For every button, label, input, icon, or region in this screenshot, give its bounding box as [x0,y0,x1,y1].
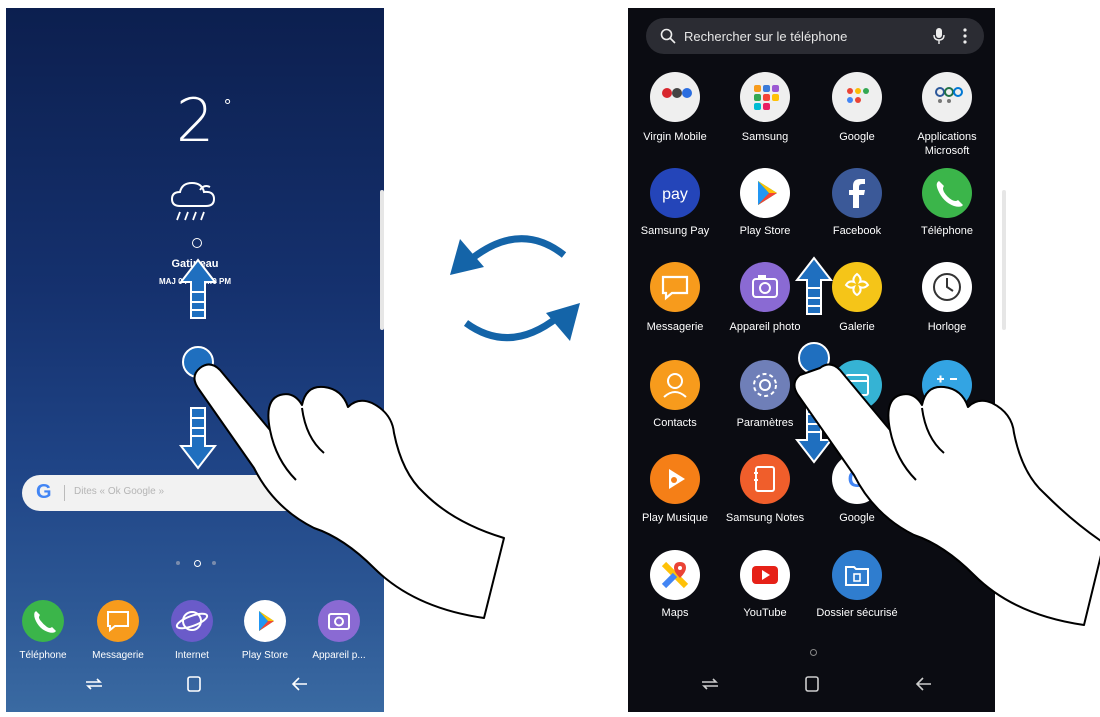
swipe-arrows [794,256,834,464]
app-label: Facebook [832,225,882,237]
play-music-icon[interactable] [650,454,700,504]
page-dot [176,561,180,565]
play-store-icon[interactable] [740,168,790,218]
side-button [380,190,384,330]
app-label: Google [839,131,875,143]
facebook-icon[interactable] [832,168,882,218]
app-label: YouTube [743,607,787,619]
svg-text:G: G [848,466,867,493]
recent-apps-icon[interactable] [698,672,722,696]
page-indicator [810,649,817,656]
page-dot [212,561,216,565]
navigation-bar [628,658,995,712]
folder-icon[interactable] [922,72,972,122]
youtube-icon[interactable] [740,550,790,600]
gallery-icon[interactable] [832,262,882,312]
notes-icon[interactable] [740,454,790,504]
folder-icon[interactable] [650,72,700,122]
rain-cloud-icon[interactable] [166,180,226,230]
folder-icon[interactable] [832,72,882,122]
more-options-icon[interactable] [962,28,968,44]
home-screen: 2 ° Gatineau MAJ 04-0… …0 PM G Dites « O… [6,8,384,712]
phone-icon[interactable] [22,600,64,642]
recent-apps-icon[interactable] [82,672,106,696]
back-icon[interactable] [288,672,312,696]
navigation-bar [6,658,384,712]
internet-icon[interactable] [171,600,213,642]
app-label: Messagerie [646,321,704,333]
side-button [1002,190,1006,330]
apps-screen: Rechercher sur le téléphone Virgin Mobil… [628,8,995,712]
swipe-arrows [178,258,218,470]
app-label: Samsung Notes [725,512,805,524]
switch-screens-arrows-icon [450,235,580,342]
app-label: Virgin Mobile [643,131,707,143]
samsung-pay-icon[interactable]: pay [650,168,700,218]
google-search-placeholder: Dites « Ok Google » [74,486,165,497]
microphone-icon[interactable] [932,27,946,45]
message-icon[interactable] [650,262,700,312]
google-icon: G [36,481,52,503]
message-icon[interactable] [97,600,139,642]
home-button-icon[interactable] [182,672,206,696]
folder-icon[interactable] [740,72,790,122]
app-label: Contacts [653,417,697,429]
app-label: Horloge [927,321,967,333]
svg-text:pay: pay [662,186,688,203]
app-label: Applications Microsoft [917,131,977,157]
page-indicator [174,558,224,568]
settings-icon[interactable] [740,360,790,410]
app-label: Maps [661,607,689,619]
contacts-icon[interactable] [650,360,700,410]
app-label: Play Musique [641,512,709,524]
temperature: 2 [176,86,215,156]
separator [64,485,65,501]
camera-icon[interactable] [740,262,790,312]
maps-icon[interactable] [650,550,700,600]
calendar-icon[interactable] [832,360,882,410]
degree-symbol: ° [224,96,232,116]
phone-icon[interactable] [922,168,972,218]
back-icon[interactable] [912,672,936,696]
home-button-icon[interactable] [800,672,824,696]
calculator-icon[interactable] [922,360,972,410]
camera-icon[interactable] [318,600,360,642]
app-label: Google [839,512,875,524]
secure-folder-icon[interactable] [832,550,882,600]
play-store-icon[interactable] [244,600,286,642]
google-icon[interactable]: G [832,454,882,504]
phone-search-bar[interactable]: Rechercher sur le téléphone [646,18,984,54]
location-pin-icon [192,238,202,248]
google-search-bar[interactable]: G Dites « Ok Google » [22,475,362,511]
app-label: Samsung Pay [640,225,710,237]
app-label: Dossier sécurisé [816,607,898,619]
app-label: Samsung [741,131,789,143]
search-icon [660,28,676,44]
app-label: Téléphone [921,225,973,237]
home-page-dot [194,560,201,567]
app-label: Play Store [739,225,791,237]
clock-icon[interactable] [922,262,972,312]
phone-search-placeholder: Rechercher sur le téléphone [684,29,848,44]
